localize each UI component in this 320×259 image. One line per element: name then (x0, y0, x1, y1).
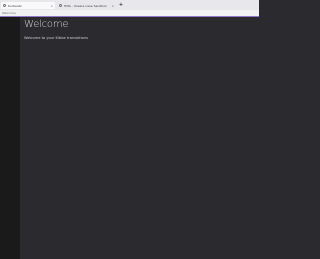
close-icon[interactable]: × (50, 4, 53, 8)
tab-label: Hilfe - Unsere neue Sandbox (64, 3, 107, 8)
page-subtitle: Welcome to your Kibbe translations (24, 36, 89, 40)
page-title: Welcome (24, 19, 69, 30)
globe-icon (59, 4, 62, 7)
url-text[interactable]: Welcome (2, 11, 16, 15)
sidebar (0, 17, 20, 259)
globe-icon (3, 4, 6, 7)
new-tab-button[interactable]: + (118, 2, 124, 8)
tab-kurbanzz[interactable]: Kurbanzz × (1, 2, 55, 9)
tab-label: Kurbanzz (8, 3, 22, 8)
main-content: Welcome Welcome to your Kibbe translatio… (20, 17, 259, 259)
address-bar[interactable]: Welcome (0, 10, 259, 17)
close-icon[interactable]: × (111, 4, 114, 8)
tab-hilfe[interactable]: Hilfe - Unsere neue Sandbox × (57, 2, 116, 9)
